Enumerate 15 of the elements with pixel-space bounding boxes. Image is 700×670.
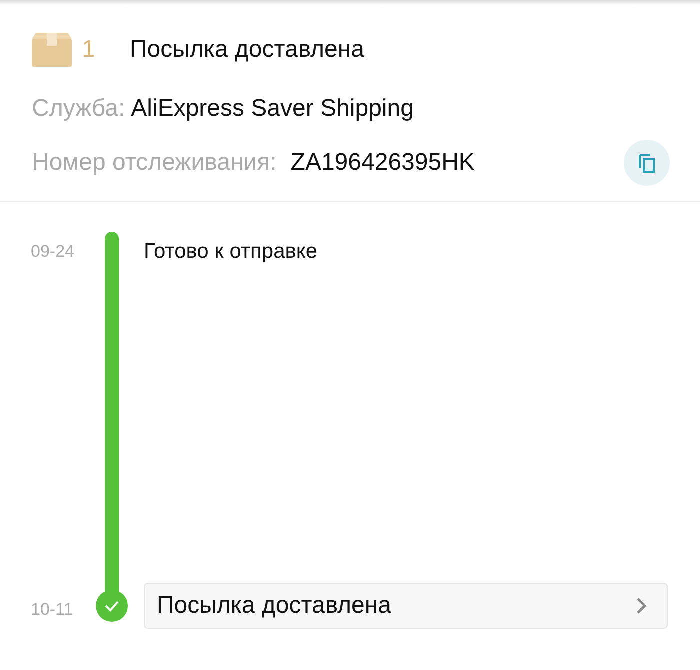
event-card[interactable]: Посылка доставлена xyxy=(144,583,668,629)
event-date: 09-24 xyxy=(31,242,76,262)
tracking-number: ZA196426395HK xyxy=(290,149,475,177)
tracking-label: Номер отслеживания: xyxy=(32,149,277,177)
package-status: Посылка доставлена xyxy=(130,36,364,64)
service-label: Служба: xyxy=(32,95,126,123)
check-icon xyxy=(96,590,128,622)
event-text: Готово к отправке xyxy=(144,240,319,264)
copy-button[interactable] xyxy=(624,140,670,186)
package-count: 1 xyxy=(82,36,96,64)
event-date: 10-11 xyxy=(31,600,74,620)
service-value: AliExpress Saver Shipping xyxy=(131,95,414,123)
chevron-icon xyxy=(635,597,647,615)
copy-icon xyxy=(637,152,657,174)
box-icon xyxy=(32,33,72,67)
